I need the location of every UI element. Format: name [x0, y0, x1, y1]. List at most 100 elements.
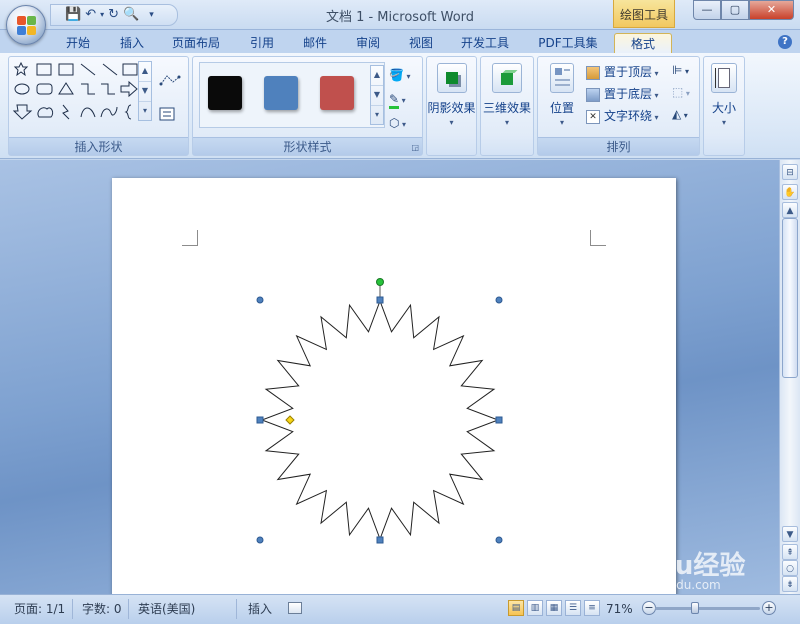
- help-icon[interactable]: ?: [778, 35, 792, 49]
- vertical-scrollbar[interactable]: ⊟ ✋ ▲ ▼ ⇞ ○ ⇟: [779, 160, 800, 594]
- edit-shape-icon[interactable]: [159, 73, 183, 87]
- zoom-slider[interactable]: [655, 602, 760, 614]
- tab-review[interactable]: 审阅: [346, 33, 390, 53]
- 3d-effects-button[interactable]: 三维效果 ▾: [481, 63, 533, 128]
- rotate-icon[interactable]: ◭ ▾: [672, 107, 688, 121]
- group-label-insert-shapes: 插入形状: [9, 137, 188, 155]
- paint-bucket-icon: 🪣: [389, 68, 404, 82]
- resize-handle-bottom-right[interactable]: [495, 536, 503, 544]
- elbow-connector-icon: [81, 83, 95, 95]
- outline-view-icon[interactable]: ☰: [565, 600, 581, 616]
- star-shape-canvas: [256, 278, 503, 544]
- style-swatch-black[interactable]: [208, 76, 242, 110]
- shapes-gallery[interactable]: [12, 61, 149, 125]
- draft-view-icon[interactable]: ≡: [584, 600, 600, 616]
- text-wrap-button[interactable]: ✕ 文字环绕 ▾: [586, 106, 659, 126]
- group-size: 大小 ▾: [703, 56, 745, 156]
- minimize-button[interactable]: —: [693, 0, 721, 20]
- status-bar: 页面: 1/1 字数: 0 英语(美国) 插入 ▤ ▥ ▦ ☰ ≡ 71% − …: [0, 594, 800, 624]
- watermark-brand: Baidu经验: [610, 551, 746, 581]
- resize-handle-top[interactable]: [376, 296, 384, 304]
- next-page-icon[interactable]: ⇟: [782, 576, 798, 592]
- tab-references[interactable]: 引用: [240, 33, 284, 53]
- resize-handle-left[interactable]: [256, 416, 264, 424]
- tab-home[interactable]: 开始: [56, 33, 100, 53]
- browse-object-icon[interactable]: ○: [782, 560, 798, 576]
- resize-handle-top-left[interactable]: [256, 296, 264, 304]
- document-page[interactable]: [112, 178, 676, 594]
- line-shape-icon: [80, 63, 96, 76]
- ruler-toggle-icon[interactable]: ⊟: [782, 164, 798, 180]
- shape-outline-button[interactable]: ✎ ▾: [389, 89, 406, 109]
- full-screen-reading-view-icon[interactable]: ▥: [527, 600, 543, 616]
- bring-to-front-icon: [586, 65, 600, 80]
- cloud-shape-icon: [37, 107, 54, 118]
- resize-handle-top-right[interactable]: [495, 296, 503, 304]
- style-swatch-blue[interactable]: [264, 76, 298, 110]
- textbox-shape-icon: [36, 63, 52, 76]
- tab-format[interactable]: 格式: [614, 33, 672, 53]
- zoom-slider-thumb[interactable]: [691, 602, 699, 614]
- scroll-down-icon[interactable]: ▼: [139, 82, 151, 102]
- web-layout-view-icon[interactable]: ▦: [546, 600, 562, 616]
- group-objects-icon[interactable]: ⬚ ▾: [672, 85, 690, 99]
- macro-record-icon[interactable]: [288, 602, 302, 614]
- tab-view[interactable]: 视图: [399, 33, 443, 53]
- hand-tool-icon[interactable]: ✋: [782, 184, 798, 200]
- more-icon[interactable]: ▾: [371, 106, 383, 126]
- shapes-gallery-icons: [12, 61, 138, 120]
- status-word-count[interactable]: 字数: 0: [82, 599, 122, 619]
- shape-fill-button[interactable]: 🪣 ▾: [389, 65, 411, 85]
- styles-gallery-scroll[interactable]: ▲ ▼ ▾: [370, 65, 384, 125]
- chevron-down-icon: ▾: [504, 118, 509, 127]
- shadow-effects-button[interactable]: 阴影效果 ▾: [427, 63, 476, 128]
- status-language[interactable]: 英语(美国): [138, 599, 195, 619]
- send-to-back-button[interactable]: 置于底层 ▾: [586, 84, 659, 104]
- zoom-out-icon[interactable]: −: [642, 601, 656, 615]
- ribbon-tabs: 开始 插入 页面布局 引用 邮件 审阅 视图 开发工具 PDF工具集 格式 ?: [0, 30, 800, 53]
- resize-handle-bottom-left[interactable]: [256, 536, 264, 544]
- position-button[interactable]: 位置 ▾: [542, 63, 582, 128]
- change-shape-button[interactable]: ⬡ ▾: [389, 113, 406, 133]
- scroll-up-arrow-icon[interactable]: ▲: [782, 202, 798, 218]
- rotation-handle[interactable]: [376, 278, 384, 286]
- shapes-gallery-scroll[interactable]: ▲ ▼ ▾: [138, 61, 152, 121]
- status-separator: [72, 599, 73, 619]
- tab-developer[interactable]: 开发工具: [452, 33, 518, 53]
- tab-page-layout[interactable]: 页面布局: [163, 33, 229, 53]
- oval-shape-icon: [14, 83, 30, 95]
- draw-textbox-icon[interactable]: [159, 107, 175, 121]
- bring-to-front-button[interactable]: 置于顶层 ▾: [586, 62, 659, 82]
- scroll-down-arrow-icon[interactable]: ▼: [782, 526, 798, 542]
- adjustment-handle[interactable]: [285, 415, 295, 425]
- curve-shape-icon: [100, 106, 118, 118]
- scroll-up-icon[interactable]: ▲: [371, 66, 383, 86]
- more-icon[interactable]: ▾: [139, 102, 151, 122]
- group-label-arrange: 排列: [538, 137, 699, 155]
- tab-pdf-tools[interactable]: PDF工具集: [530, 33, 606, 53]
- scrollbar-thumb[interactable]: [782, 218, 798, 378]
- print-layout-view-icon[interactable]: ▤: [508, 600, 524, 616]
- group-insert-shapes: ▲ ▼ ▾ 插入形状: [8, 56, 189, 156]
- dialog-launcher-icon[interactable]: ◲: [411, 143, 419, 152]
- close-button[interactable]: ✕: [749, 0, 794, 20]
- shape-styles-gallery: ▲ ▼ ▾: [199, 62, 385, 128]
- status-page[interactable]: 页面: 1/1: [14, 599, 65, 619]
- scroll-up-icon[interactable]: ▲: [139, 62, 151, 82]
- right-arrow-shape-icon: [120, 80, 138, 98]
- status-insert-mode[interactable]: 插入: [248, 599, 272, 619]
- maximize-button[interactable]: ▢: [721, 0, 749, 20]
- office-button[interactable]: [6, 5, 46, 45]
- style-swatch-red[interactable]: [320, 76, 354, 110]
- previous-page-icon[interactable]: ⇞: [782, 544, 798, 560]
- star-shape[interactable]: [260, 299, 500, 541]
- resize-handle-right[interactable]: [495, 416, 503, 424]
- resize-handle-bottom[interactable]: [376, 536, 384, 544]
- zoom-level[interactable]: 71%: [606, 599, 633, 619]
- size-button[interactable]: 大小 ▾: [704, 63, 744, 128]
- align-icon[interactable]: ⊫ ▾: [672, 63, 689, 77]
- zoom-in-icon[interactable]: +: [762, 601, 776, 615]
- tab-mailings[interactable]: 邮件: [293, 33, 337, 53]
- scroll-down-icon[interactable]: ▼: [371, 86, 383, 106]
- tab-insert[interactable]: 插入: [110, 33, 154, 53]
